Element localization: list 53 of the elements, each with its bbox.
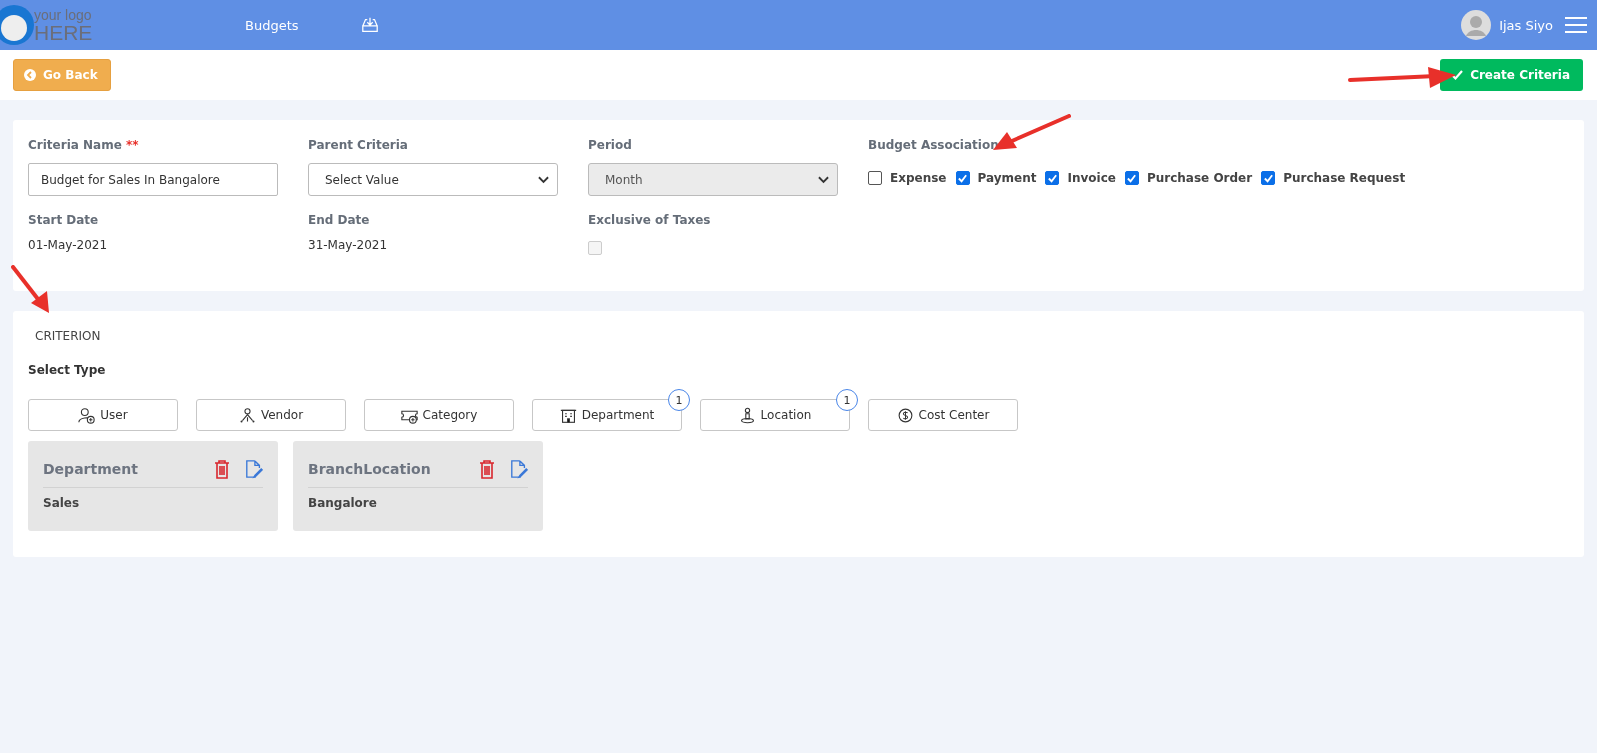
edit-document-icon[interactable]: [245, 459, 263, 479]
field-label: Parent Criteria: [308, 138, 408, 153]
select-type-label: Select Type: [28, 363, 107, 377]
criterion-type-button[interactable]: Vendor: [196, 399, 346, 431]
criterion-type-button[interactable]: Cost Center: [868, 399, 1018, 431]
checkbox-label: Payment: [977, 171, 1037, 185]
criterion-value: Bangalore: [308, 496, 378, 510]
checkmark-icon: [1126, 172, 1138, 184]
field-label: End Date: [308, 213, 370, 228]
menu-icon[interactable]: [1565, 17, 1587, 33]
checkbox-label: Purchase Request: [1283, 171, 1406, 185]
criterion-type-button[interactable]: Category: [364, 399, 514, 431]
chevron-down-icon: [818, 175, 829, 184]
checkmark-icon: [1451, 69, 1464, 81]
trash-icon[interactable]: [478, 459, 496, 479]
avatar-silhouette-icon: [1461, 10, 1492, 40]
field-label: Criteria Name **: [28, 138, 139, 153]
criterion-title: Department: [43, 461, 138, 477]
checkbox[interactable]: [1045, 171, 1060, 185]
dollar-coin-icon: [896, 406, 914, 424]
checkbox[interactable]: [955, 171, 970, 185]
person-pin-icon: [738, 406, 756, 424]
edit-document-icon[interactable]: [510, 459, 528, 479]
field-label: Budget Association: [868, 138, 999, 153]
checkbox[interactable]: [868, 171, 882, 185]
criteria-name-input[interactable]: Budget for Sales In Bangalore: [28, 163, 278, 196]
count-badge: 1: [836, 389, 858, 411]
logo-text: your logo HERE: [34, 7, 93, 43]
field-label: Exclusive of Taxes: [588, 213, 711, 228]
checkbox-label: Invoice: [1067, 171, 1116, 185]
checkmark-icon: [1262, 172, 1274, 184]
criterion-type-button[interactable]: User: [28, 399, 178, 431]
date-value: 01-May-2021: [28, 238, 108, 252]
chevron-down-icon: [538, 175, 549, 184]
checkmark-icon: [957, 172, 968, 184]
checkbox[interactable]: [1261, 171, 1276, 185]
user-add-icon: [78, 406, 96, 424]
checkbox-label: Expense: [890, 171, 947, 185]
trash-icon[interactable]: [213, 459, 231, 479]
parent-criteria-select[interactable]: Select Value: [308, 163, 558, 196]
field-label: Period: [588, 138, 632, 153]
checkbox[interactable]: [1124, 171, 1139, 185]
field-label: Start Date: [28, 213, 99, 228]
criterion-value: Sales: [43, 496, 81, 510]
chevron-left-circle-icon: [24, 69, 36, 81]
criterion-title: BranchLocation: [308, 461, 431, 477]
date-value: 31-May-2021: [308, 238, 388, 252]
count-badge: 1: [668, 389, 690, 411]
person-network-icon: [238, 406, 256, 424]
checkmark-icon: [1046, 172, 1058, 184]
checkbox-label: Purchase Order: [1146, 171, 1253, 185]
section-title: CRITERION: [35, 329, 102, 343]
download-tray-icon[interactable]: [360, 16, 379, 34]
